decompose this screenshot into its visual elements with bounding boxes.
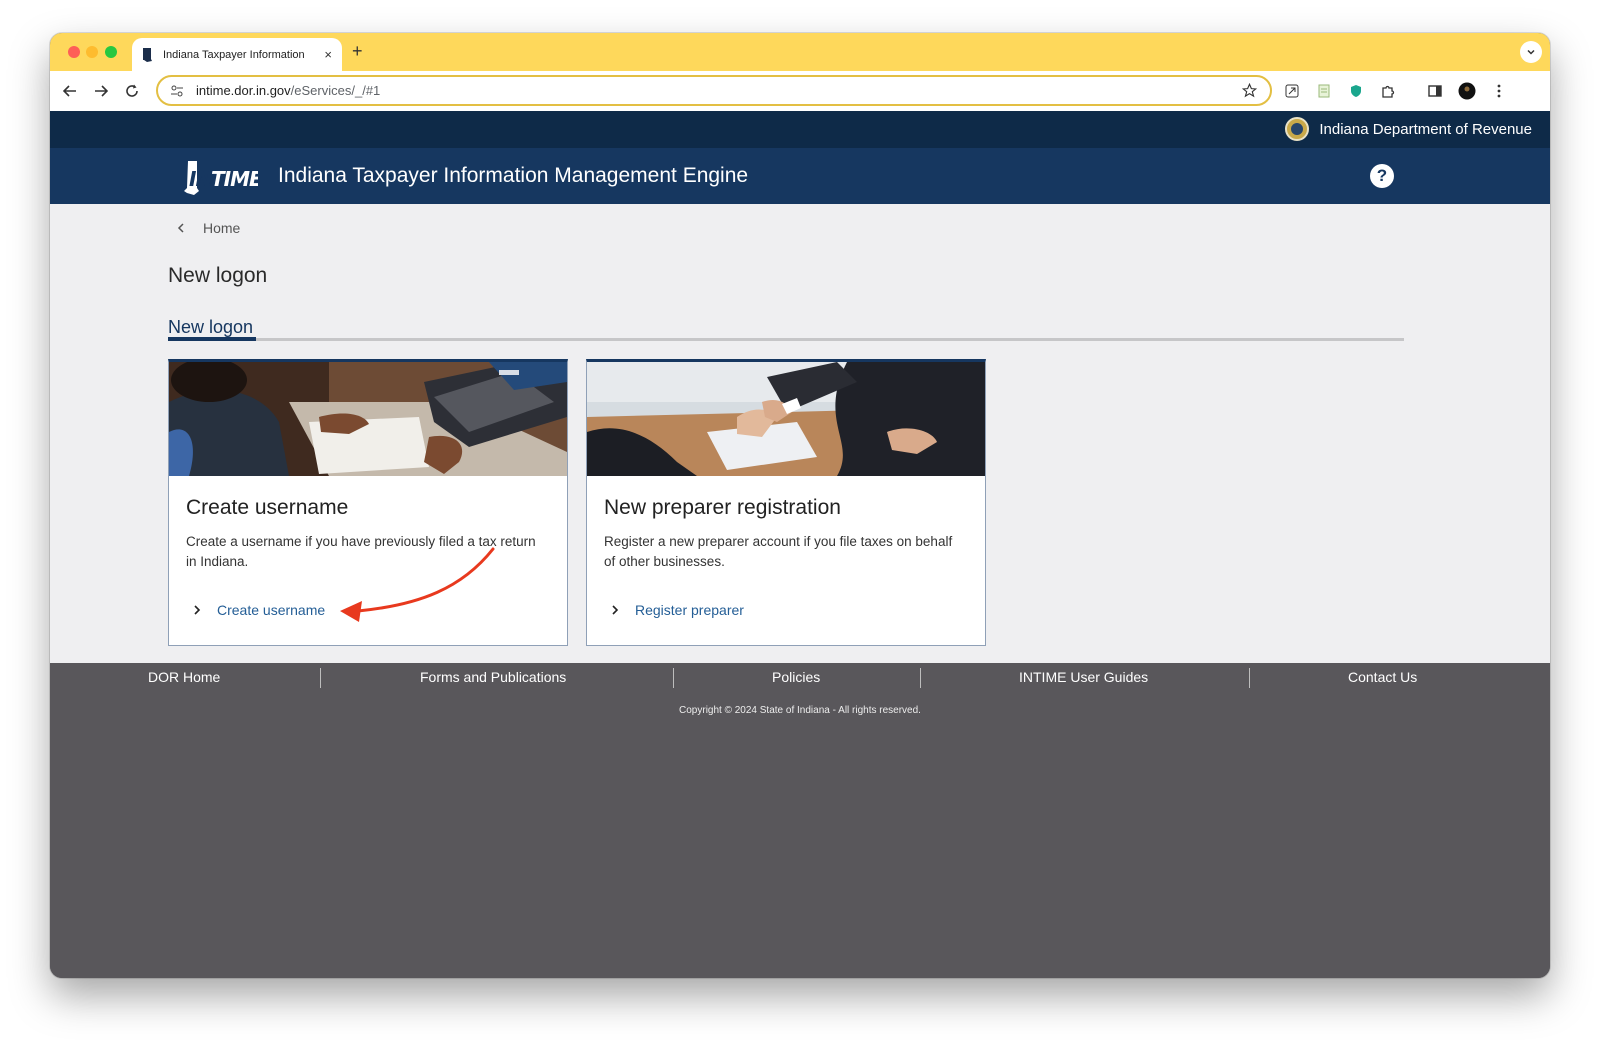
tab-new-logon[interactable]: New logon [168,317,253,338]
create-username-card: Create username Create a username if you… [168,359,568,646]
app-header: IN TIME Indiana Taxpayer Information Man… [50,148,1550,204]
main-content: Home New logon New logon Create username… [50,204,1550,663]
card-title: Create username [186,496,349,519]
tab-strip: Indiana Taxpayer Information × + [50,33,1550,71]
browser-tab[interactable]: Indiana Taxpayer Information × [132,38,342,71]
minimize-window-button[interactable] [86,46,98,58]
site-settings-icon[interactable] [170,83,186,99]
back-arrow-icon[interactable] [58,79,82,103]
breadcrumb[interactable]: Home [175,220,240,236]
card-title: New preparer registration [604,496,841,519]
card-description: Register a new preparer account if you f… [604,534,953,569]
card-description: Create a username if you have previously… [186,534,536,569]
footer-link-user-guides[interactable]: INTIME User Guides [1019,669,1148,685]
footer-divider [1249,668,1250,688]
register-preparer-link[interactable]: Register preparer [609,602,744,618]
footer-link-contact[interactable]: Contact Us [1348,669,1417,685]
chevron-left-icon [175,222,187,234]
footer-link-policies[interactable]: Policies [772,669,820,685]
puzzle-extensions-icon[interactable] [1378,81,1398,101]
preparer-registration-card: New preparer registration Register a new… [586,359,986,646]
svg-text:TIME: TIME [211,167,258,191]
bookmark-star-icon[interactable] [1240,82,1258,100]
profile-avatar-icon[interactable] [1457,81,1477,101]
indiana-favicon-icon [142,47,153,62]
shield-extension-icon[interactable] [1346,81,1366,101]
address-bar[interactable]: intime.dor.in.gov/eServices/_/#1 [156,75,1272,106]
page-title: New logon [168,264,268,287]
dor-seal-icon [1285,117,1310,141]
browser-toolbar: intime.dor.in.gov/eServices/_/#1 [50,71,1550,111]
help-icon[interactable]: ? [1370,164,1394,188]
app-title: Indiana Taxpayer Information Management … [278,164,749,187]
reload-icon[interactable] [120,79,144,103]
new-tab-button[interactable]: + [352,41,363,62]
tab-close-icon[interactable]: × [324,47,332,62]
footer-link-forms[interactable]: Forms and Publications [420,669,566,685]
handshake-photo [587,362,985,476]
register-preparer-link-label[interactable]: Register preparer [635,602,744,618]
sheet-extension-icon[interactable] [1314,81,1334,101]
chevron-right-icon [191,604,203,616]
tabs-divider [168,338,1404,341]
department-brand[interactable]: Indiana Department of Revenue [1285,117,1532,141]
side-panel-icon[interactable] [1425,81,1445,101]
send-extension-icon[interactable] [1282,81,1302,101]
url-text: intime.dor.in.gov/eServices/_/#1 [196,83,381,98]
svg-text:IN: IN [189,167,212,191]
forward-arrow-icon[interactable] [89,79,113,103]
breadcrumb-home[interactable]: Home [203,220,240,236]
browser-window: Indiana Taxpayer Information × + intime.… [50,33,1550,978]
copyright: Copyright © 2024 State of Indiana - All … [679,705,921,716]
woman-typing-photo [169,362,567,476]
site-footer: DOR Home Forms and Publications Policies… [50,663,1550,978]
create-username-link[interactable]: Create username [191,602,325,618]
maximize-window-button[interactable] [105,46,117,58]
close-window-button[interactable] [68,46,80,58]
tab-search-chevron-icon[interactable] [1520,41,1542,63]
department-bar: Indiana Department of Revenue [50,111,1550,148]
intime-logo[interactable]: IN TIME [182,158,258,198]
footer-divider [920,668,921,688]
browser-menu-icon[interactable] [1489,81,1509,101]
department-name: Indiana Department of Revenue [1319,120,1532,138]
chevron-right-icon [609,604,621,616]
footer-divider [320,668,321,688]
create-username-link-label[interactable]: Create username [217,602,325,618]
active-tab-indicator [168,337,256,341]
footer-link-dor-home[interactable]: DOR Home [148,669,220,685]
tab-title: Indiana Taxpayer Information [163,48,305,61]
footer-divider [673,668,674,688]
